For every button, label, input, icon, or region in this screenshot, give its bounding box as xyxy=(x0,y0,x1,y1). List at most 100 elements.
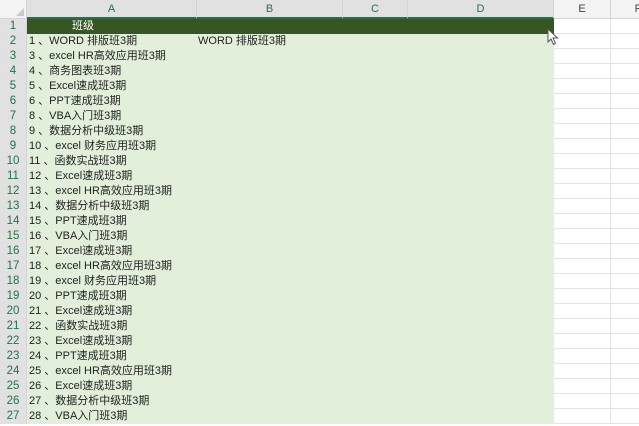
cell-f3[interactable] xyxy=(611,49,639,64)
column-header-a[interactable]: A xyxy=(27,0,197,19)
row-header-10[interactable]: 10 xyxy=(0,154,27,169)
cell-b25[interactable] xyxy=(197,379,343,394)
cell-a26[interactable]: 27 、数据分析中级班3期 xyxy=(27,394,197,409)
cell-c21[interactable] xyxy=(343,319,408,334)
cell-f14[interactable] xyxy=(611,214,639,229)
cell-b9[interactable] xyxy=(197,139,343,154)
cell-d6[interactable] xyxy=(408,94,554,109)
column-header-b[interactable]: B xyxy=(197,0,343,19)
cell-d4[interactable] xyxy=(408,64,554,79)
cell-e21[interactable] xyxy=(554,319,611,334)
cell-d18[interactable] xyxy=(408,274,554,289)
cell-b20[interactable] xyxy=(197,304,343,319)
cell-a27[interactable]: 28 、VBA入门班3期 xyxy=(27,409,197,424)
cell-b17[interactable] xyxy=(197,259,343,274)
row-header-27[interactable]: 27 xyxy=(0,409,27,424)
cell-e1[interactable] xyxy=(554,19,611,34)
cell-d19[interactable] xyxy=(408,289,554,304)
row-header-26[interactable]: 26 xyxy=(0,394,27,409)
cell-d17[interactable] xyxy=(408,259,554,274)
cell-b2[interactable]: WORD 排版班3期 xyxy=(198,34,286,49)
cell-f7[interactable] xyxy=(611,109,639,124)
cell-a13[interactable]: 14 、数据分析中级班3期 xyxy=(27,199,197,214)
cell-c11[interactable] xyxy=(343,169,408,184)
cell-d9[interactable] xyxy=(408,139,554,154)
cell-d25[interactable] xyxy=(408,379,554,394)
cell-c8[interactable] xyxy=(343,124,408,139)
cell-b22[interactable] xyxy=(197,334,343,349)
cell-d20[interactable] xyxy=(408,304,554,319)
cell-a5[interactable]: 5 、Excel速成班3期 xyxy=(27,79,197,94)
cell-a12[interactable]: 13 、excel HR高效应用班3期 xyxy=(27,184,197,199)
cell-a20[interactable]: 21 、Excel速成班3期 xyxy=(27,304,197,319)
cell-d27[interactable] xyxy=(408,409,554,424)
cell-a15[interactable]: 16 、VBA入门班3期 xyxy=(27,229,197,244)
row-header-11[interactable]: 11 xyxy=(0,169,27,184)
cell-c10[interactable] xyxy=(343,154,408,169)
cell-e6[interactable] xyxy=(554,94,611,109)
cell-a1[interactable]: 班级 xyxy=(72,19,94,34)
row-header-21[interactable]: 21 xyxy=(0,319,27,334)
cell-b23[interactable] xyxy=(197,349,343,364)
cell-c18[interactable] xyxy=(343,274,408,289)
row-header-7[interactable]: 7 xyxy=(0,109,27,124)
cell-f10[interactable] xyxy=(611,154,639,169)
cell-c7[interactable] xyxy=(343,109,408,124)
cell-c3[interactable] xyxy=(343,49,408,64)
cell-c19[interactable] xyxy=(343,289,408,304)
cell-a16[interactable]: 17 、Excel速成班3期 xyxy=(27,244,197,259)
cell-c9[interactable] xyxy=(343,139,408,154)
cell-d15[interactable] xyxy=(408,229,554,244)
cell-d10[interactable] xyxy=(408,154,554,169)
cell-f15[interactable] xyxy=(611,229,639,244)
cell-e5[interactable] xyxy=(554,79,611,94)
cell-e23[interactable] xyxy=(554,349,611,364)
row-header-14[interactable]: 14 xyxy=(0,214,27,229)
cell-e8[interactable] xyxy=(554,124,611,139)
row-header-25[interactable]: 25 xyxy=(0,379,27,394)
cell-c15[interactable] xyxy=(343,229,408,244)
row-header-23[interactable]: 23 xyxy=(0,349,27,364)
cell-a3[interactable]: 3 、excel HR高效应用班3期 xyxy=(27,49,197,64)
cell-d8[interactable] xyxy=(408,124,554,139)
row-header-9[interactable]: 9 xyxy=(0,139,27,154)
cell-c5[interactable] xyxy=(343,79,408,94)
cell-f16[interactable] xyxy=(611,244,639,259)
cell-a22[interactable]: 23 、Excel速成班3期 xyxy=(27,334,197,349)
cell-d12[interactable] xyxy=(408,184,554,199)
cell-e4[interactable] xyxy=(554,64,611,79)
cell-f25[interactable] xyxy=(611,379,639,394)
cell-a14[interactable]: 15 、PPT速成班3期 xyxy=(27,214,197,229)
cell-d5[interactable] xyxy=(408,79,554,94)
cell-b6[interactable] xyxy=(197,94,343,109)
row-header-2[interactable]: 2 xyxy=(0,34,27,49)
cell-b7[interactable] xyxy=(197,109,343,124)
cell-a9[interactable]: 10 、excel 财务应用班3期 xyxy=(27,139,197,154)
row-header-20[interactable]: 20 xyxy=(0,304,27,319)
cell-b12[interactable] xyxy=(197,184,343,199)
cell-c23[interactable] xyxy=(343,349,408,364)
cell-f12[interactable] xyxy=(611,184,639,199)
cell-e26[interactable] xyxy=(554,394,611,409)
cell-b3[interactable] xyxy=(197,49,343,64)
cell-c1[interactable] xyxy=(343,19,408,34)
column-header-d[interactable]: D xyxy=(408,0,554,19)
cell-c22[interactable] xyxy=(343,334,408,349)
cell-b19[interactable] xyxy=(197,289,343,304)
row-header-4[interactable]: 4 xyxy=(0,64,27,79)
cell-d11[interactable] xyxy=(408,169,554,184)
cell-d3[interactable] xyxy=(408,49,554,64)
cell-b8[interactable] xyxy=(197,124,343,139)
cell-b4[interactable] xyxy=(197,64,343,79)
cell-c25[interactable] xyxy=(343,379,408,394)
cell-b16[interactable] xyxy=(197,244,343,259)
row-header-17[interactable]: 17 xyxy=(0,259,27,274)
cell-b15[interactable] xyxy=(197,229,343,244)
cell-d23[interactable] xyxy=(408,349,554,364)
column-header-e[interactable]: E xyxy=(554,0,611,19)
cell-d1[interactable] xyxy=(408,19,554,34)
cell-b24[interactable] xyxy=(197,364,343,379)
cell-c27[interactable] xyxy=(343,409,408,424)
cell-a1[interactable] xyxy=(27,19,197,34)
cell-c12[interactable] xyxy=(343,184,408,199)
